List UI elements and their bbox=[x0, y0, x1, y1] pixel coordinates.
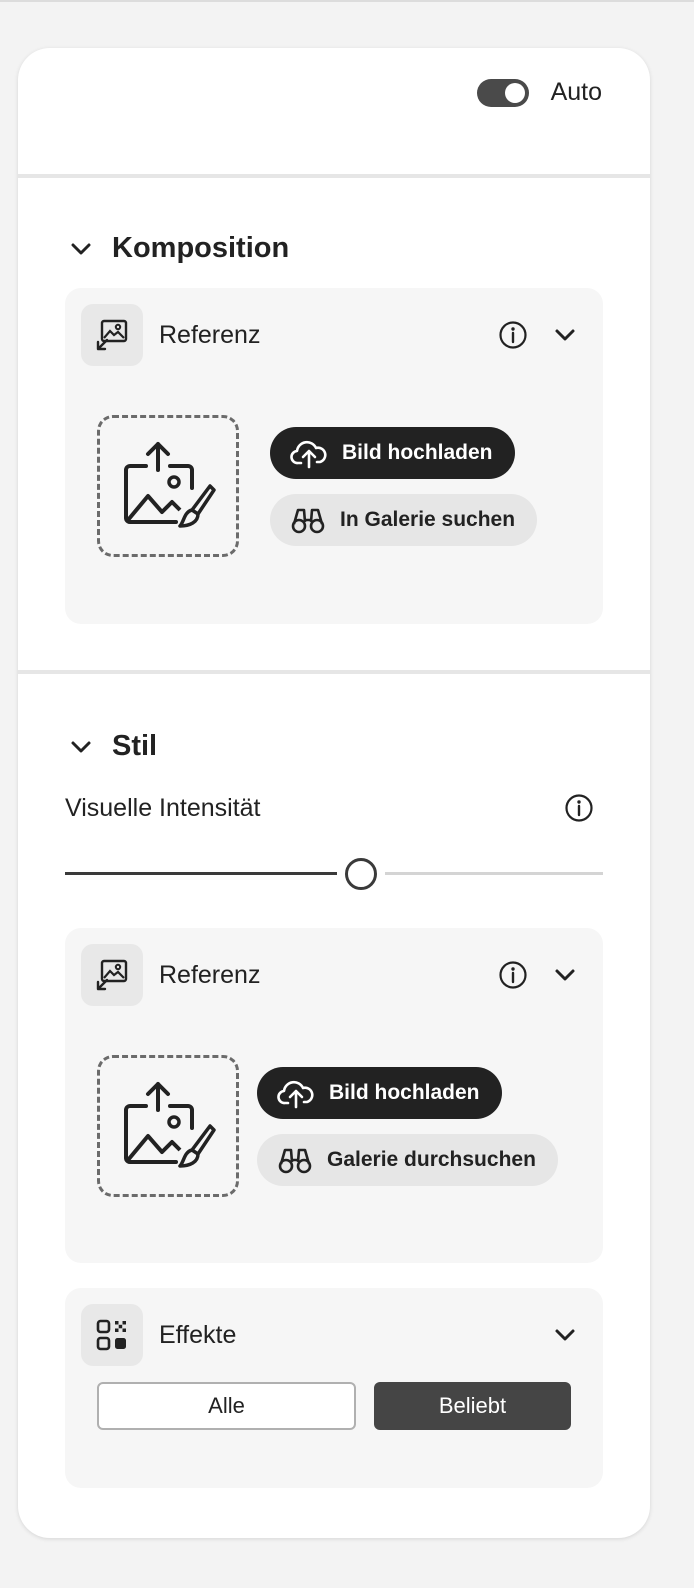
section-header-style[interactable]: Stil bbox=[68, 730, 157, 763]
effects-filter-all[interactable]: Alle bbox=[97, 1382, 356, 1430]
info-icon[interactable] bbox=[497, 319, 529, 351]
chevron-down-icon[interactable] bbox=[551, 1321, 579, 1349]
style-reference-card: Referenz Bild hochladen Galerie durchsuc… bbox=[65, 928, 603, 1263]
upload-image-button[interactable]: Bild hochladen bbox=[257, 1067, 502, 1119]
browse-gallery-button[interactable]: Galerie durchsuchen bbox=[257, 1134, 558, 1186]
image-upload-icon bbox=[124, 442, 216, 528]
effects-filter-popular[interactable]: Beliebt bbox=[374, 1382, 571, 1430]
divider bbox=[18, 174, 650, 178]
binoculars-icon bbox=[291, 508, 325, 534]
divider bbox=[18, 670, 650, 674]
composition-reference-card: Referenz Bild hochladen In Galerie suche… bbox=[65, 288, 603, 624]
image-upload-icon bbox=[124, 1082, 216, 1168]
auto-toggle-label: Auto bbox=[550, 78, 602, 106]
section-title-composition: Komposition bbox=[112, 232, 290, 264]
binoculars-icon bbox=[278, 1148, 312, 1174]
info-icon[interactable] bbox=[497, 959, 529, 991]
slider-track-filled bbox=[65, 872, 337, 875]
browse-gallery-label: Galerie durchsuchen bbox=[327, 1148, 536, 1171]
image-upload-dropzone[interactable] bbox=[97, 1055, 239, 1197]
cloud-upload-icon bbox=[277, 1080, 314, 1109]
image-upload-dropzone[interactable] bbox=[97, 415, 239, 557]
upload-image-label: Bild hochladen bbox=[342, 441, 493, 464]
auto-toggle-row: Auto bbox=[476, 78, 602, 107]
visual-intensity-slider[interactable] bbox=[65, 858, 603, 890]
effects-title: Effekte bbox=[159, 1320, 237, 1349]
slider-thumb[interactable] bbox=[345, 858, 377, 890]
chevron-down-icon bbox=[71, 243, 91, 254]
settings-panel: Auto Komposition Referenz Bild hochladen bbox=[18, 48, 650, 1538]
chevron-down-icon[interactable] bbox=[551, 961, 579, 989]
upload-image-label: Bild hochladen bbox=[329, 1081, 480, 1104]
section-title-style: Stil bbox=[112, 730, 158, 762]
window-top-border bbox=[0, 0, 694, 2]
chevron-down-icon[interactable] bbox=[551, 321, 579, 349]
reference-card-header: Referenz bbox=[81, 304, 587, 366]
cloud-upload-icon bbox=[290, 440, 327, 469]
reference-title: Referenz bbox=[159, 960, 261, 989]
auto-toggle[interactable] bbox=[476, 78, 529, 107]
info-icon[interactable] bbox=[563, 792, 595, 824]
chevron-down-icon bbox=[71, 741, 91, 752]
visual-intensity-label: Visuelle Intensität bbox=[65, 793, 261, 822]
effects-grid-icon bbox=[81, 1304, 143, 1366]
reference-title: Referenz bbox=[159, 320, 261, 349]
search-gallery-button[interactable]: In Galerie suchen bbox=[270, 494, 538, 546]
reference-card-header: Referenz bbox=[81, 944, 587, 1006]
section-header-composition[interactable]: Komposition bbox=[68, 232, 289, 265]
image-reference-icon bbox=[81, 304, 143, 366]
visual-intensity-row: Visuelle Intensität bbox=[65, 788, 603, 828]
image-reference-icon bbox=[81, 944, 143, 1006]
toggle-knob bbox=[504, 82, 525, 103]
upload-image-button[interactable]: Bild hochladen bbox=[270, 427, 515, 479]
search-gallery-label: In Galerie suchen bbox=[340, 508, 516, 531]
effects-card-header: Effekte bbox=[81, 1304, 587, 1366]
slider-track-empty bbox=[385, 872, 603, 875]
